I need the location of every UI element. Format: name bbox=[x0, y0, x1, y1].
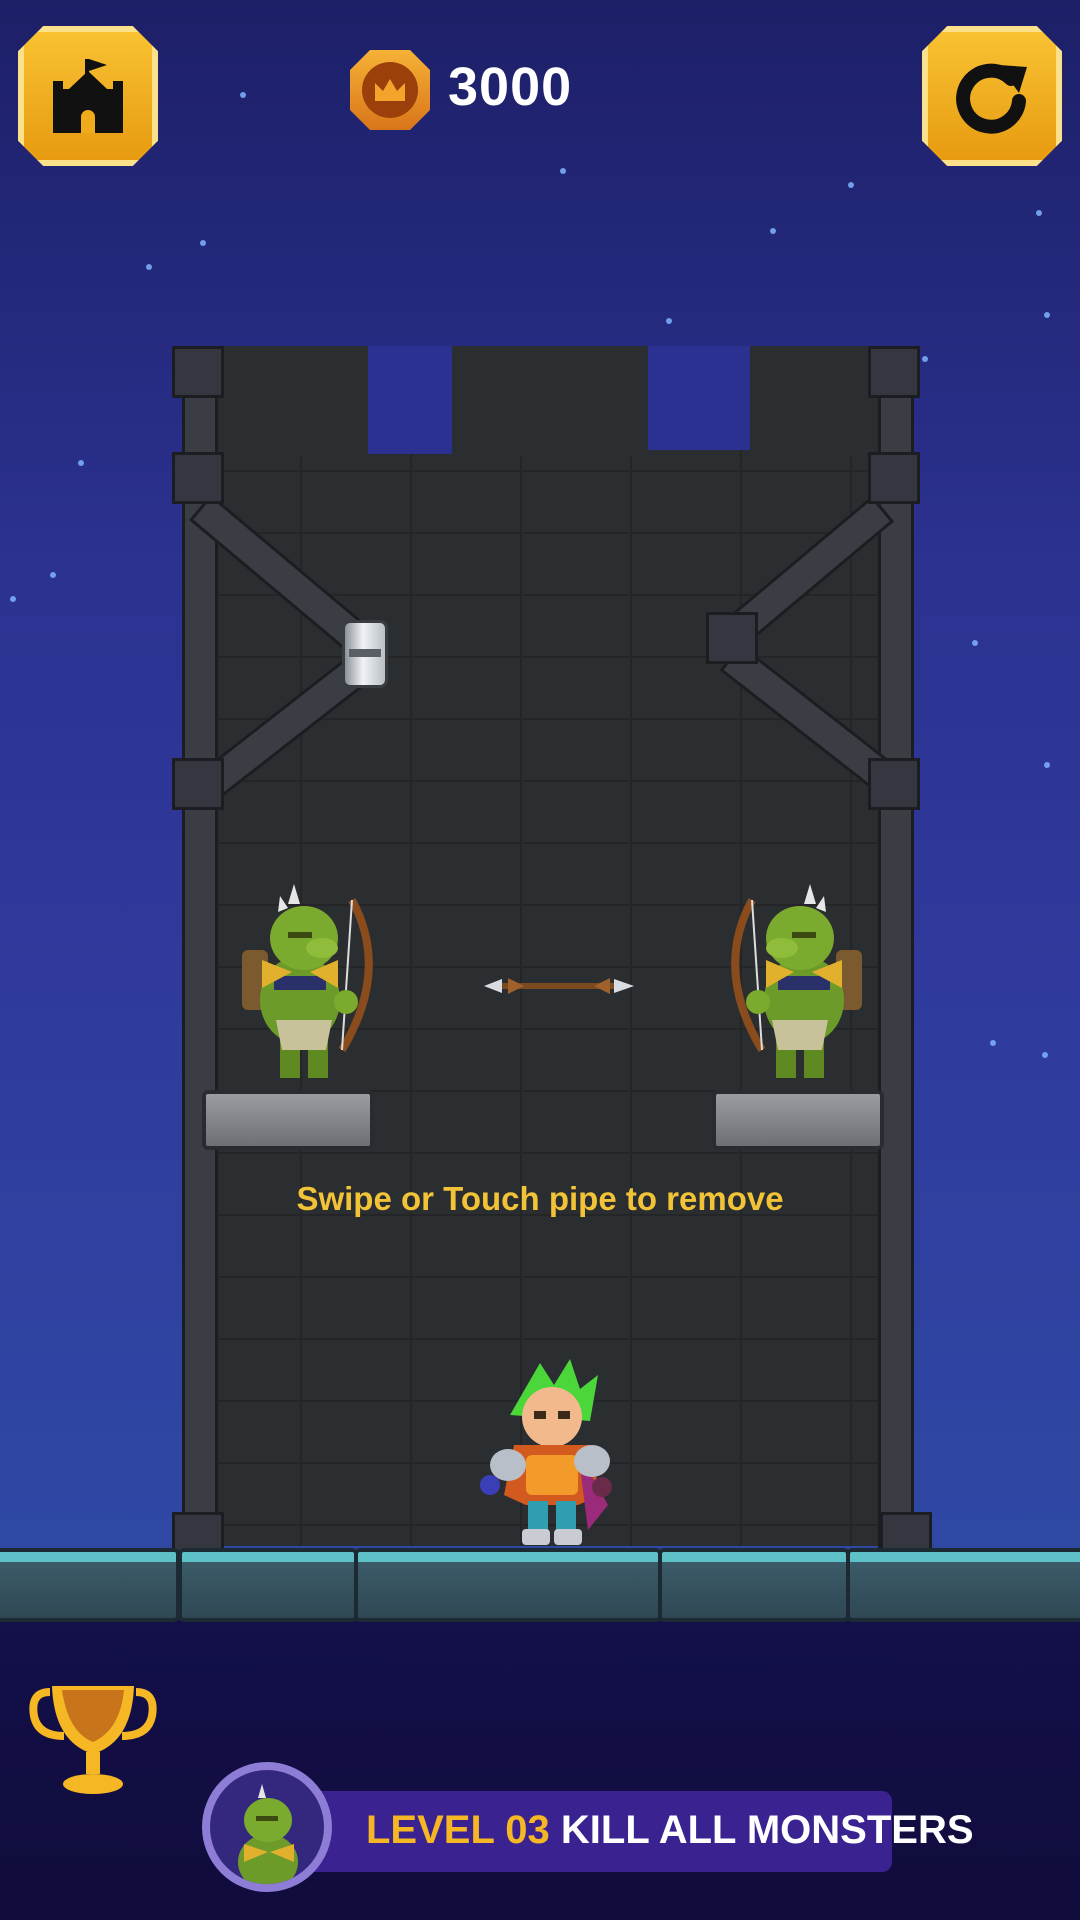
home-button[interactable] bbox=[18, 26, 158, 166]
star bbox=[922, 356, 928, 362]
floor-slab bbox=[354, 1548, 662, 1622]
star bbox=[770, 228, 776, 234]
removable-pin[interactable] bbox=[342, 620, 388, 688]
tower-merlon bbox=[750, 346, 880, 456]
stone-floor bbox=[0, 1548, 1080, 1626]
star bbox=[1036, 210, 1042, 216]
floor-slab bbox=[178, 1548, 358, 1622]
star bbox=[666, 318, 672, 324]
tower-merlon bbox=[452, 346, 648, 456]
restart-icon bbox=[956, 63, 1027, 134]
joint-block bbox=[172, 452, 224, 504]
star bbox=[200, 240, 206, 246]
joint-block bbox=[706, 612, 758, 664]
floor-slab bbox=[658, 1548, 850, 1622]
crown-coin-icon bbox=[350, 50, 430, 130]
joint-block bbox=[172, 758, 224, 810]
orc-archer-right bbox=[731, 884, 862, 1078]
star bbox=[1044, 762, 1050, 768]
instruction-hint: Swipe or Touch pipe to remove bbox=[296, 1180, 784, 1217]
level-number: LEVEL 03 bbox=[366, 1808, 550, 1852]
star bbox=[10, 596, 16, 602]
left-stone-ledge bbox=[202, 1090, 374, 1150]
hero-knight bbox=[480, 1359, 612, 1545]
joint-block bbox=[868, 758, 920, 810]
crenel-gap bbox=[368, 346, 452, 454]
star bbox=[78, 460, 84, 466]
joint-block bbox=[868, 452, 920, 504]
floor-slab bbox=[846, 1548, 1080, 1622]
crenel-gap bbox=[648, 346, 750, 450]
star bbox=[146, 264, 152, 270]
joint-block bbox=[172, 346, 224, 398]
crown-icon bbox=[375, 79, 405, 101]
right-stone-ledge bbox=[712, 1090, 884, 1150]
star bbox=[990, 1040, 996, 1046]
orc-archer-left bbox=[242, 884, 373, 1078]
star bbox=[240, 92, 246, 98]
star bbox=[1044, 312, 1050, 318]
castle-icon bbox=[53, 59, 123, 133]
coin-inner bbox=[362, 62, 418, 118]
coin-amount: 3000 bbox=[448, 57, 573, 117]
orc-avatar-icon bbox=[238, 1784, 298, 1884]
arrow-projectile bbox=[484, 978, 634, 994]
level-title: LEVEL 03 KILL ALL MONSTERS bbox=[366, 1808, 974, 1853]
star bbox=[50, 572, 56, 578]
trophy-icon[interactable] bbox=[28, 1680, 158, 1800]
tower-merlon bbox=[200, 346, 368, 456]
bottom-panel bbox=[0, 1620, 1080, 1920]
star bbox=[972, 640, 978, 646]
star bbox=[1042, 1052, 1048, 1058]
target-monster-avatar bbox=[202, 1762, 332, 1892]
star bbox=[560, 168, 566, 174]
restart-button[interactable] bbox=[922, 26, 1062, 166]
floor-slab bbox=[0, 1548, 180, 1622]
star bbox=[848, 182, 854, 188]
joint-block bbox=[868, 346, 920, 398]
pin-band bbox=[349, 649, 381, 657]
level-objective: KILL ALL MONSTERS bbox=[560, 1808, 974, 1852]
coin-counter: 3000 bbox=[350, 50, 590, 140]
